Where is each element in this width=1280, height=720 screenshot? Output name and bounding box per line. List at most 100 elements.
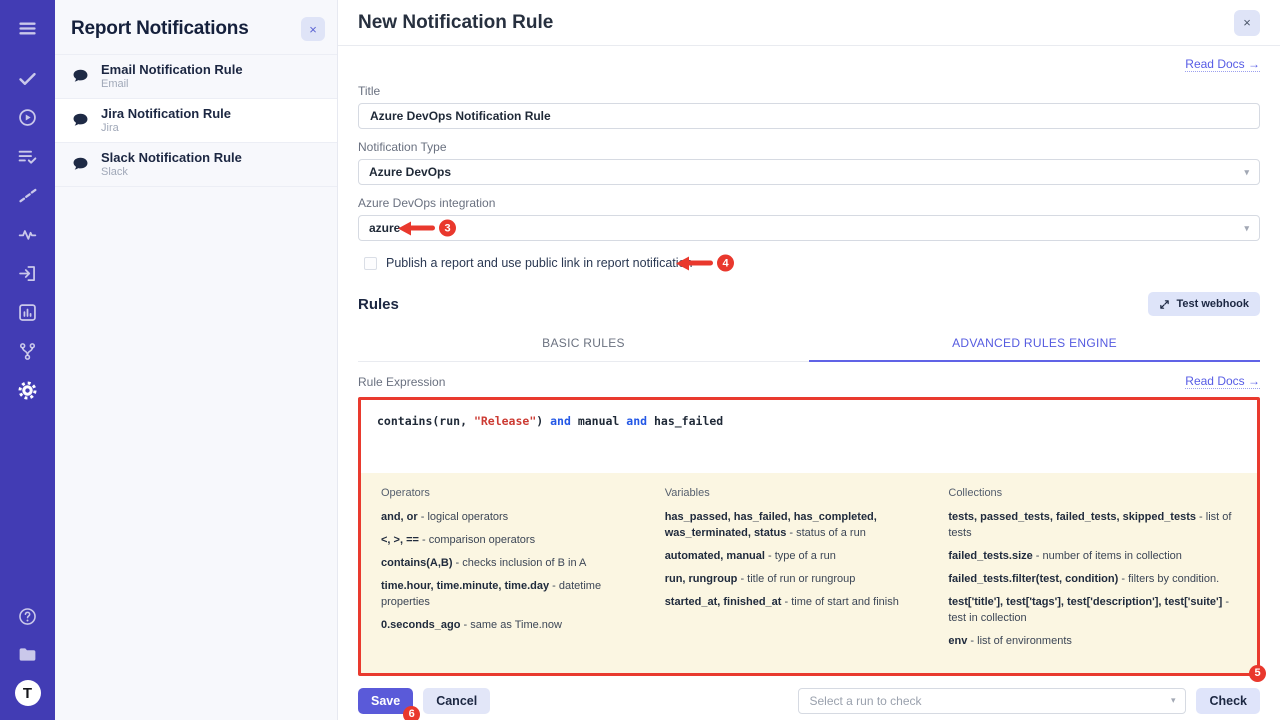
chevron-down-icon: ▾ bbox=[1171, 695, 1176, 706]
list-check-icon[interactable] bbox=[16, 144, 40, 168]
app-sidebar: T bbox=[0, 0, 55, 720]
speech-bubble-icon bbox=[71, 155, 90, 174]
notification-type-value: Azure DevOps bbox=[369, 165, 451, 179]
speech-bubble-icon bbox=[71, 111, 90, 130]
pulse-icon[interactable] bbox=[16, 222, 40, 246]
save-button-wrap: Save 6 bbox=[358, 688, 413, 714]
help-term: automated, manual bbox=[665, 550, 765, 562]
code-token: has_failed bbox=[647, 414, 723, 428]
test-webhook-label: Test webhook bbox=[1176, 298, 1249, 310]
publish-checkbox-label[interactable]: Publish a report and use public link in … bbox=[386, 256, 692, 270]
test-webhook-button[interactable]: Test webhook bbox=[1148, 292, 1260, 316]
annotation-arrow-3: 3 bbox=[398, 220, 456, 237]
integration-label: Azure DevOps integration bbox=[358, 196, 1260, 210]
notification-type-select[interactable]: Azure DevOps ▾ bbox=[358, 159, 1260, 185]
rule-item-subtitle: Jira bbox=[101, 122, 231, 135]
docs-folder-icon[interactable] bbox=[16, 642, 40, 666]
help-desc: - list of environments bbox=[967, 635, 1072, 647]
help-entry: time.hour, time.minute, time.day - datet… bbox=[381, 579, 639, 611]
list-item-jira-rule[interactable]: Jira Notification Rule Jira bbox=[55, 99, 337, 143]
list-item-slack-rule[interactable]: Slack Notification Rule Slack bbox=[55, 143, 337, 187]
panel-title: Report Notifications bbox=[71, 18, 249, 40]
run-select[interactable]: Select a run to check ▾ bbox=[798, 688, 1186, 714]
help-entry: failed_tests.filter(test, condition) - f… bbox=[948, 572, 1237, 588]
integration-value: azure bbox=[369, 221, 400, 235]
check-button[interactable]: Check bbox=[1196, 688, 1260, 714]
help-term: 0.seconds_ago bbox=[381, 619, 460, 631]
rule-item-text: Email Notification Rule Email bbox=[101, 62, 243, 91]
report-notifications-panel: Report Notifications × Email Notificatio… bbox=[55, 0, 338, 720]
tab-advanced-rules-engine[interactable]: ADVANCED RULES ENGINE bbox=[809, 328, 1260, 362]
annotation-badge-3: 3 bbox=[439, 220, 456, 237]
help-term: time.hour, time.minute, time.day bbox=[381, 580, 549, 592]
list-item-email-rule[interactable]: Email Notification Rule Email bbox=[55, 55, 337, 99]
help-entry: automated, manual - type of a run bbox=[665, 549, 923, 565]
annotated-rule-editor-box: contains(run, "Release") and manual and … bbox=[358, 397, 1260, 676]
help-desc: - title of run or rungroup bbox=[737, 573, 855, 585]
rule-item-title: Email Notification Rule bbox=[101, 62, 243, 78]
rule-item-text: Jira Notification Rule Jira bbox=[101, 106, 231, 135]
expand-arrows-icon bbox=[1159, 299, 1170, 310]
notification-type-label: Notification Type bbox=[358, 140, 1260, 154]
chevron-down-icon: ▾ bbox=[1244, 223, 1249, 234]
rules-tabs: BASIC RULES ADVANCED RULES ENGINE bbox=[358, 328, 1260, 362]
annotation-badge-4: 4 bbox=[717, 255, 734, 272]
read-docs-link[interactable]: Read Docs → bbox=[1185, 57, 1260, 72]
settings-gear-icon[interactable] bbox=[16, 378, 40, 402]
help-term: tests, passed_tests, failed_tests, skipp… bbox=[948, 511, 1196, 523]
app-logo[interactable]: T bbox=[15, 680, 41, 706]
code-token: "Release" bbox=[474, 414, 536, 428]
publish-checkbox-row: Publish a report and use public link in … bbox=[364, 256, 1260, 270]
rule-item-title: Slack Notification Rule bbox=[101, 150, 242, 166]
read-docs-link-rules[interactable]: Read Docs → bbox=[1185, 374, 1260, 389]
help-entry: started_at, finished_at - time of start … bbox=[665, 595, 923, 611]
menu-icon[interactable] bbox=[16, 16, 40, 40]
help-term: test['title'], test['tags'], test['descr… bbox=[948, 596, 1222, 608]
help-desc: - logical operators bbox=[418, 511, 509, 523]
help-term: and, or bbox=[381, 511, 418, 523]
play-circle-icon[interactable] bbox=[16, 105, 40, 129]
main-close-button[interactable]: × bbox=[1234, 10, 1260, 36]
speech-bubble-icon bbox=[71, 67, 90, 86]
panel-close-button[interactable]: × bbox=[301, 17, 325, 41]
panel-header: Report Notifications × bbox=[55, 0, 337, 54]
help-column-title: Collections bbox=[948, 487, 1237, 499]
save-button[interactable]: Save bbox=[358, 688, 413, 714]
expression-help-panel: Operators and, or - logical operators <,… bbox=[361, 473, 1257, 673]
help-entry: 0.seconds_ago - same as Time.now bbox=[381, 618, 639, 634]
help-desc: - type of a run bbox=[765, 550, 836, 562]
tab-basic-rules[interactable]: BASIC RULES bbox=[358, 328, 809, 361]
rule-item-title: Jira Notification Rule bbox=[101, 106, 231, 122]
steps-icon[interactable] bbox=[16, 183, 40, 207]
help-entry: has_passed, has_failed, has_completed, w… bbox=[665, 510, 923, 542]
code-line: contains(run, "Release") and manual and … bbox=[377, 414, 1241, 428]
help-column-title: Operators bbox=[381, 487, 639, 499]
analytics-icon[interactable] bbox=[16, 300, 40, 324]
help-term: run, rungroup bbox=[665, 573, 738, 585]
help-entry: tests, passed_tests, failed_tests, skipp… bbox=[948, 510, 1237, 542]
help-term: started_at, finished_at bbox=[665, 596, 782, 608]
integration-select[interactable]: azure ▾ 3 bbox=[358, 215, 1260, 241]
rule-item-text: Slack Notification Rule Slack bbox=[101, 150, 242, 179]
import-icon[interactable] bbox=[16, 261, 40, 285]
rules-header-row: Rules Test webhook bbox=[358, 292, 1260, 316]
code-token: contains(run, bbox=[377, 414, 474, 428]
help-desc: - time of start and finish bbox=[781, 596, 898, 608]
help-entry: failed_tests.size - number of items in c… bbox=[948, 549, 1237, 565]
code-token: ) bbox=[536, 414, 550, 428]
tasks-check-icon[interactable] bbox=[16, 66, 40, 90]
help-icon[interactable] bbox=[16, 604, 40, 628]
help-desc: - same as Time.now bbox=[460, 619, 561, 631]
title-input[interactable] bbox=[358, 103, 1260, 129]
page-title: New Notification Rule bbox=[358, 12, 553, 34]
cancel-button[interactable]: Cancel bbox=[423, 688, 490, 714]
main-area: New Notification Rule × Read Docs → Titl… bbox=[338, 0, 1280, 720]
publish-checkbox[interactable] bbox=[364, 257, 377, 270]
help-term: <, >, == bbox=[381, 534, 419, 546]
branch-icon[interactable] bbox=[16, 339, 40, 363]
help-entry: and, or - logical operators bbox=[381, 510, 639, 526]
sidebar-bottom: T bbox=[15, 604, 41, 706]
title-label: Title bbox=[358, 84, 1260, 98]
rule-expression-editor[interactable]: contains(run, "Release") and manual and … bbox=[361, 400, 1257, 473]
help-entry: test['title'], test['tags'], test['descr… bbox=[948, 595, 1237, 627]
